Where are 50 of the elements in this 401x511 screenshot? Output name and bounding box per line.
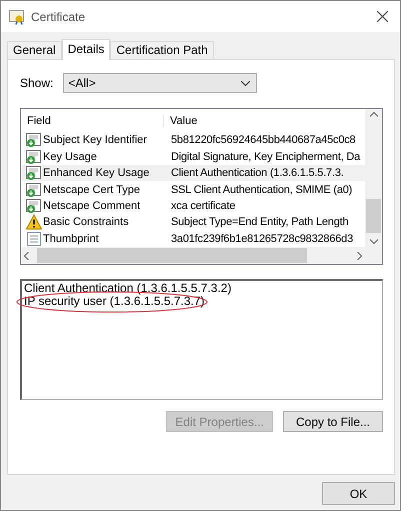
list-row[interactable]: Thumbprint 3a01fc239f6b1e81265728c9832866d3: [21, 230, 365, 247]
list-row[interactable]: Subject Key Identifier 5b81220fc56924645bb440687a45c0c8: [21, 132, 365, 149]
field-value: 3a01fc239f6b1e81265728c9832866d3: [170, 232, 354, 245]
column-header[interactable]: Value: [164, 114, 365, 127]
field-name: Enhanced Key Usage: [43, 167, 150, 180]
field-name: Basic Constraints: [43, 216, 129, 228]
scroll-right-icon[interactable]: [357, 252, 362, 260]
scroll-down-icon[interactable]: [370, 239, 378, 244]
field-value: SSL Client Authentication, SMIME (a0): [170, 184, 354, 196]
warning-icon: [26, 214, 42, 230]
scrollbar-thumb[interactable]: [37, 248, 307, 263]
certificate-icon: [26, 132, 42, 148]
scroll-left-icon[interactable]: [24, 252, 29, 260]
list-row[interactable]: Key Usage Digital Signature, Key Encipherment, Da: [21, 148, 365, 165]
close-icon[interactable]: [377, 11, 388, 22]
dialog-button[interactable]: Copy to File...: [283, 411, 383, 432]
field-value: Subject Type=End Entity, Path Length: [170, 216, 350, 228]
field-name: Netscape Comment: [43, 200, 140, 212]
list-row[interactable]: Netscape Comment xca certificate: [21, 198, 365, 214]
field-name: Netscape Cert Type: [43, 184, 140, 196]
window-title: Certificate: [31, 10, 86, 24]
document-icon: [26, 230, 42, 247]
horizontal-scrollbar[interactable]: [21, 247, 365, 264]
certificate-icon: [9, 8, 25, 24]
tab[interactable]: General: [7, 41, 62, 59]
ok-button[interactable]: OK: [322, 482, 395, 505]
list-row[interactable]: Basic Constraints Subject Type=End Entity, Path Length: [21, 214, 365, 231]
detail-line: Client Authentication (1.3.6.1.5.5.7.3.2): [24, 281, 232, 295]
field-name: Subject Key Identifier: [43, 134, 147, 146]
field-name: Thumbprint: [43, 232, 99, 245]
field-value: xca certificate: [170, 200, 236, 212]
tab[interactable]: Details: [62, 39, 110, 60]
vertical-scrollbar[interactable]: [365, 109, 382, 247]
scrollbar-thumb[interactable]: [366, 199, 381, 233]
list-row[interactable]: Enhanced Key Usage Client Authentication (1.3.6.1.5.5.7.3.: [21, 164, 365, 182]
field-value: 5b81220fc56924645bb440687a45c0c8: [170, 134, 356, 146]
field-name: Key Usage: [43, 150, 97, 163]
certificate-icon: [26, 148, 42, 165]
list-row[interactable]: Netscape Cert Type SSL Client Authentication, SMIME (a0): [21, 181, 365, 198]
field-value: Client Authentication (1.3.6.1.5.5.7.3.: [170, 167, 345, 180]
tab[interactable]: Certification Path: [110, 41, 214, 59]
field-value: Digital Signature, Key Encipherment, Da: [170, 150, 362, 163]
certificate-icon: [26, 165, 42, 182]
column-header[interactable]: Field: [21, 114, 164, 127]
chevron-down-icon: [241, 80, 250, 86]
scroll-up-icon[interactable]: [370, 112, 378, 117]
show-dropdown[interactable]: <All>: [63, 73, 258, 93]
certificate-icon: [26, 198, 42, 214]
show-label: Show:: [20, 76, 54, 90]
certificate-icon: [26, 182, 42, 198]
